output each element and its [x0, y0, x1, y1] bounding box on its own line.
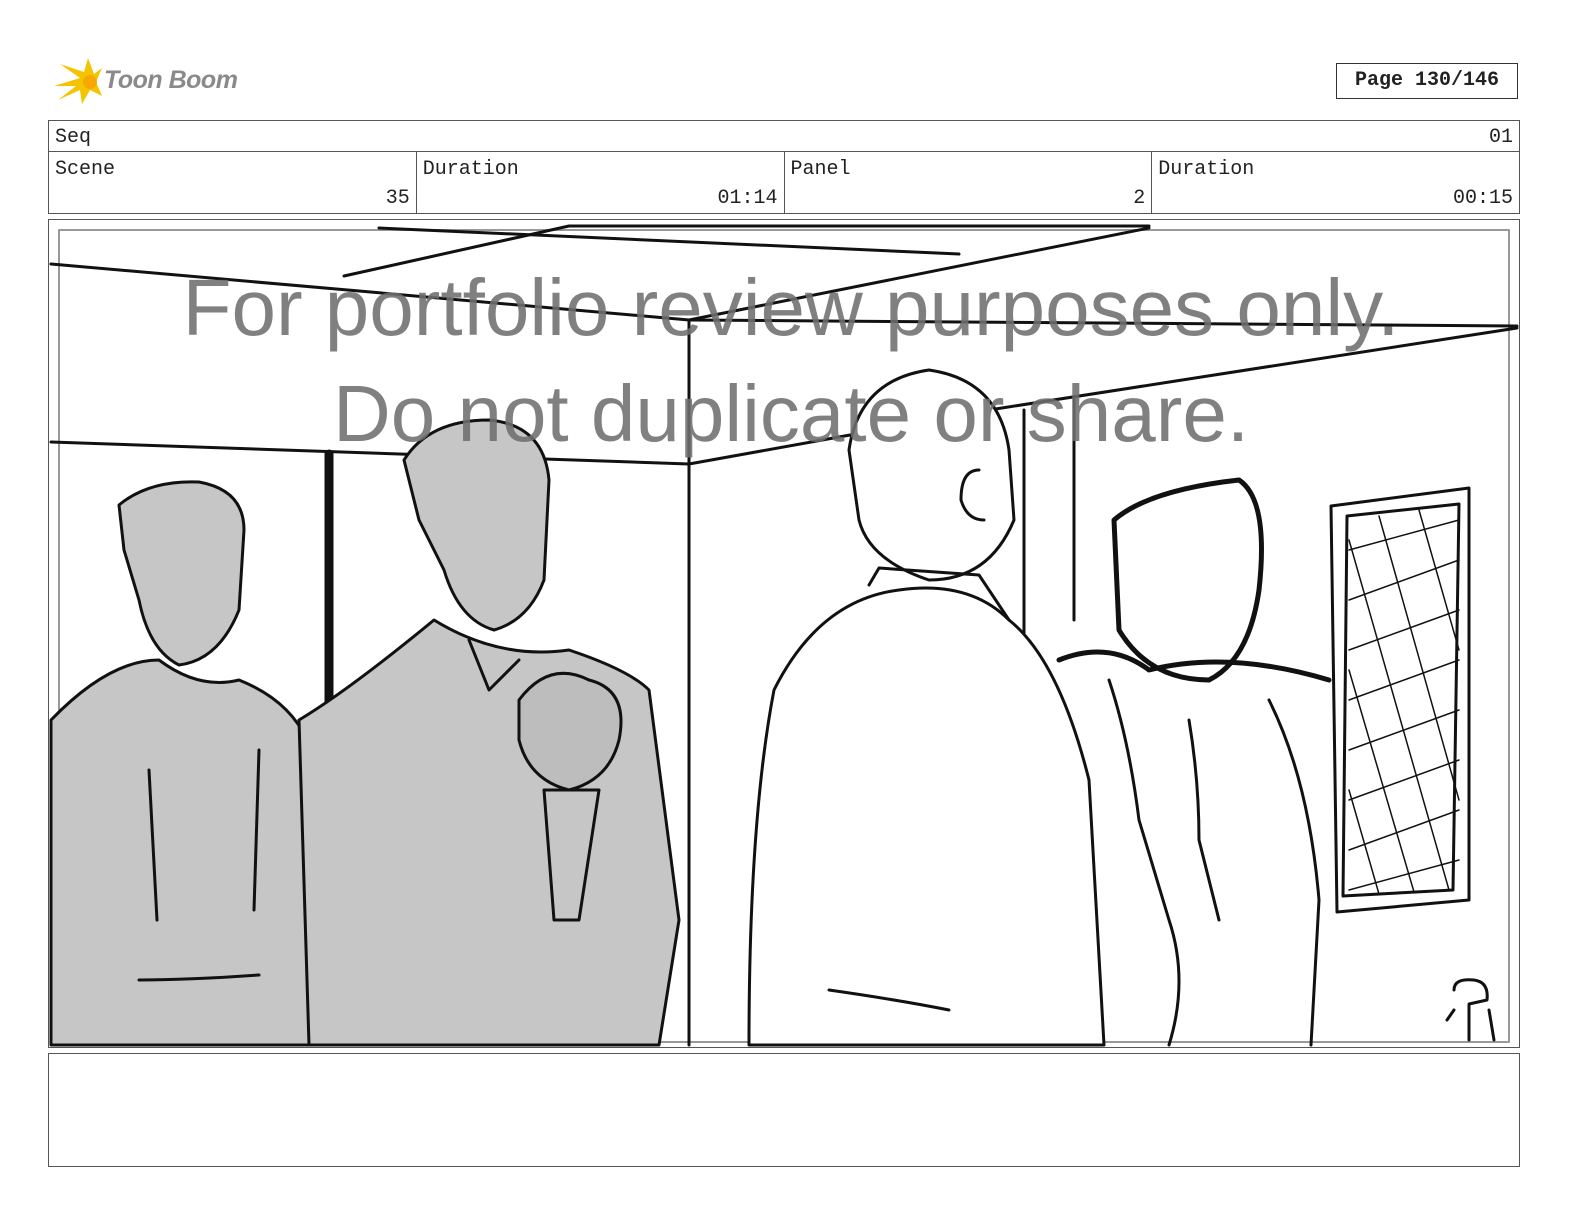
seq-value: 01 [1488, 126, 1513, 149]
seq-label: Seq [55, 126, 92, 149]
panel-duration-cell: Duration 00:15 [1152, 152, 1519, 213]
panel-value: 2 [1133, 187, 1146, 210]
panel-label: Panel [790, 158, 851, 181]
logo-wordmark: Toon Boom [104, 66, 238, 94]
panel-duration-label: Duration [1158, 158, 1255, 181]
storyboard-panel [48, 219, 1520, 1048]
panel-cell: Panel 2 [785, 152, 1153, 213]
scene-value: 35 [385, 187, 410, 210]
page-indicator: Page 130/146 [1336, 63, 1518, 99]
scene-cell: Scene 35 [49, 152, 417, 213]
seq-row: Seq 01 [48, 120, 1520, 152]
scene-label: Scene [55, 158, 116, 181]
scene-duration-cell: Duration 01:14 [417, 152, 785, 213]
scene-duration-label: Duration [422, 158, 519, 181]
panel-duration-value: 00:15 [1452, 187, 1513, 210]
scene-duration-value: 01:14 [717, 187, 778, 210]
panel-notes-box[interactable] [48, 1053, 1520, 1167]
meta-row: Scene 35 Duration 01:14 Panel 2 Duration… [48, 151, 1520, 214]
storyboard-sketch [49, 224, 1519, 1047]
